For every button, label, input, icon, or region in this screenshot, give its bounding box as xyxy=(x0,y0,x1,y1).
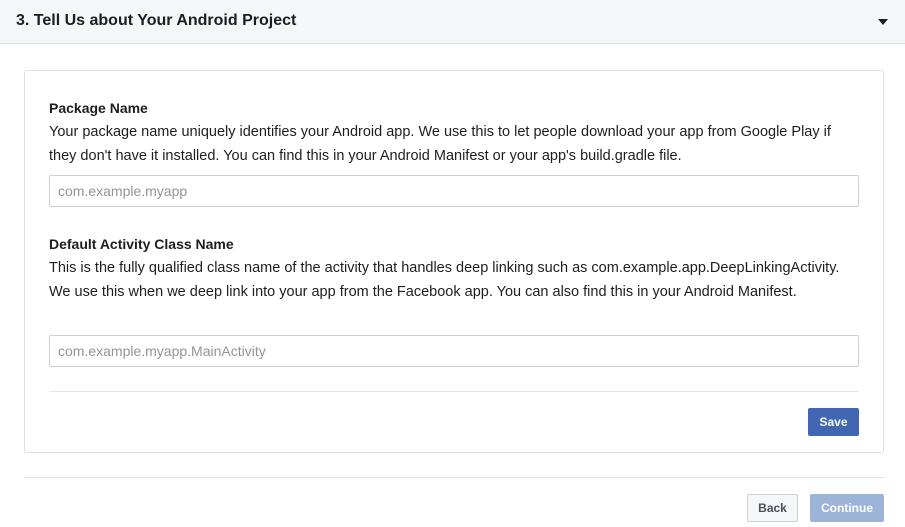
section-header[interactable]: 3. Tell Us about Your Android Project xyxy=(0,0,905,44)
activity-class-description: This is the fully qualified class name o… xyxy=(49,260,840,300)
section-title: 3. Tell Us about Your Android Project xyxy=(16,12,297,29)
project-form-card: Package Name Your package name uniquely … xyxy=(24,70,884,453)
activity-class-label: Default Activity Class Name xyxy=(49,236,234,252)
save-button[interactable]: Save xyxy=(808,408,859,436)
continue-button[interactable]: Continue xyxy=(810,494,884,522)
package-name-label: Package Name xyxy=(49,100,148,116)
back-button[interactable]: Back xyxy=(747,494,798,522)
package-name-input[interactable] xyxy=(49,175,859,207)
activity-class-input[interactable] xyxy=(49,335,859,367)
caret-down-icon[interactable] xyxy=(878,19,888,25)
package-name-description: Your package name uniquely identifies yo… xyxy=(49,124,831,164)
footer-divider xyxy=(24,477,884,478)
card-divider xyxy=(49,391,859,392)
